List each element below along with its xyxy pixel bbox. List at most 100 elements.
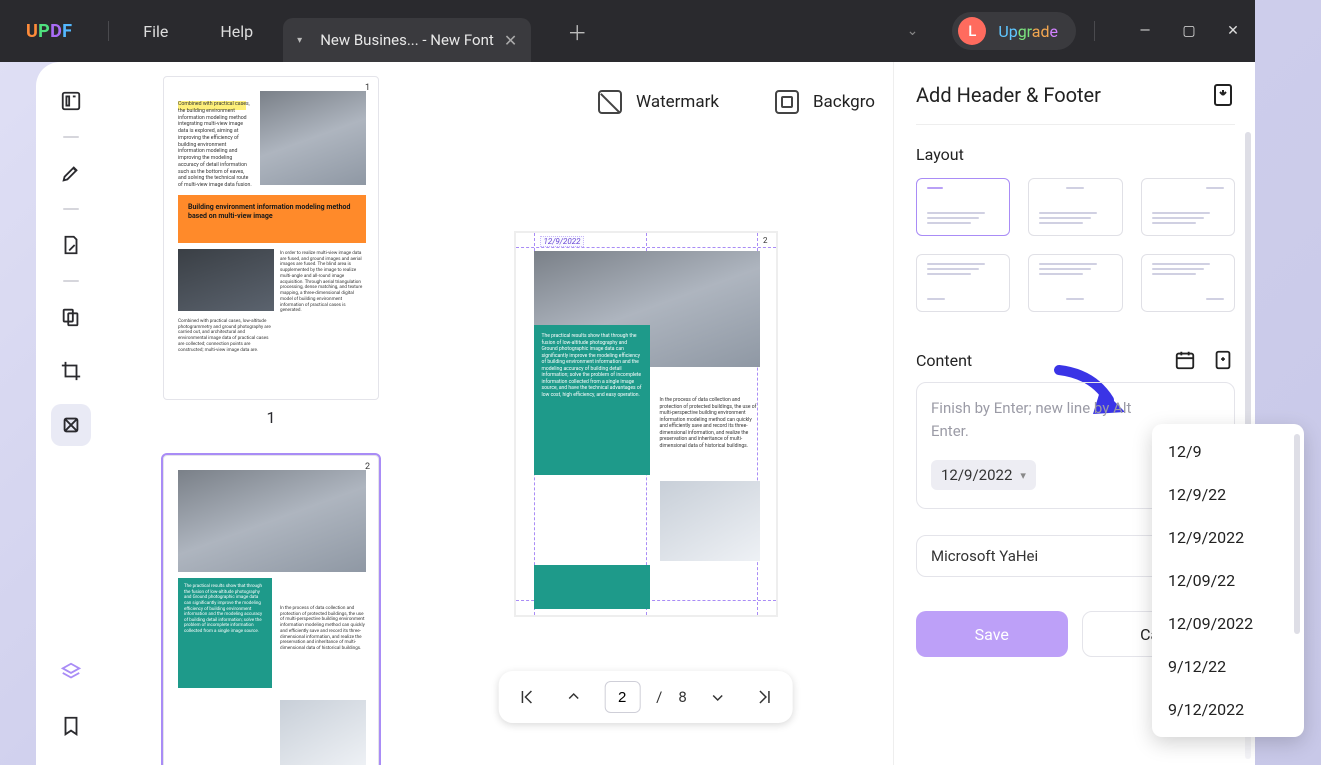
save-button[interactable]: Save (916, 611, 1068, 657)
teal-block (534, 565, 650, 609)
teal-callout: The practical results show that through … (534, 325, 650, 475)
pager: / 8 (498, 671, 793, 723)
next-page-button[interactable] (703, 682, 733, 712)
titlebar-dropdown-icon[interactable]: ⌄ (907, 23, 919, 39)
page-number: 2 (763, 236, 768, 245)
doc-text: In the process of data collection and pr… (280, 606, 366, 652)
watermark-label: Watermark (636, 92, 719, 112)
main-area: 1 Combined with practical cases, the bui… (36, 62, 1255, 765)
new-tab-button[interactable]: ＋ (567, 17, 587, 46)
layout-option-4[interactable] (916, 254, 1010, 312)
tab-title: New Busines... - New Font (320, 31, 494, 49)
header-preview-field[interactable]: 12/9/2022 (540, 236, 585, 247)
watermark-button[interactable]: Watermark (598, 90, 719, 114)
date-option[interactable]: 12/9 (1152, 430, 1304, 473)
window-controls: — ▢ ✕ (1123, 0, 1255, 62)
layout-option-1[interactable] (916, 178, 1010, 236)
dropdown-scrollbar[interactable] (1294, 434, 1300, 634)
page-input[interactable] (604, 681, 640, 713)
edit-tool-icon[interactable] (51, 224, 91, 266)
teal-callout: The practical results show that through … (178, 578, 272, 688)
layout-option-6[interactable] (1141, 254, 1235, 312)
background-label: Backgro (813, 92, 875, 112)
date-option[interactable]: 9/12/2022 (1152, 688, 1304, 731)
insert-date-button[interactable] (1173, 348, 1197, 372)
layout-option-2[interactable] (1028, 178, 1122, 236)
upgrade-button[interactable]: L Upgrade (952, 12, 1076, 50)
divider (108, 21, 109, 41)
date-option[interactable]: 12/09/2022 (1152, 602, 1304, 645)
panel-title: Add Header & Footer (916, 83, 1101, 107)
center-area: Watermark Backgro 2 12/9/2022 The practi… (416, 62, 875, 765)
font-name-value: Microsoft YaHei (931, 547, 1038, 565)
upgrade-label: Upgrade (998, 22, 1058, 41)
close-window-button[interactable]: ✕ (1211, 0, 1255, 62)
thumbnail-page-2[interactable]: 2 The practical results show that throug… (163, 455, 379, 765)
organize-tool-icon[interactable] (51, 296, 91, 338)
separator (63, 208, 79, 210)
menu-file[interactable]: File (143, 22, 168, 41)
thumbnail-page-1[interactable]: 1 Combined with practical cases, the bui… (163, 76, 379, 400)
date-option[interactable]: 12/09/22 (1152, 559, 1304, 602)
first-page-button[interactable] (512, 682, 542, 712)
doc-text: Combined with practical cases, the build… (178, 101, 254, 189)
date-option[interactable]: 12/9/2022 (1152, 516, 1304, 559)
layout-grid (916, 178, 1235, 312)
page-separator: / (656, 688, 662, 706)
date-chip[interactable]: 12/9/2022 ▾ (931, 460, 1036, 490)
minimize-button[interactable]: — (1123, 0, 1167, 62)
tab-dropdown-icon[interactable]: ▾ (297, 35, 302, 46)
titlebar: UPDF File Help ▾ New Busines... - New Fo… (0, 0, 1255, 62)
date-chip-value: 12/9/2022 (941, 466, 1012, 484)
bookmark-icon[interactable] (51, 705, 91, 747)
layout-option-5[interactable] (1028, 254, 1122, 312)
document-tab[interactable]: ▾ New Busines... - New Font ✕ (283, 18, 531, 62)
layers-icon[interactable] (51, 651, 91, 693)
divider (1094, 21, 1095, 41)
orange-callout: Building environment information modelin… (178, 195, 366, 243)
layout-option-3[interactable] (1141, 178, 1235, 236)
background-button[interactable]: Backgro (775, 90, 875, 114)
page-preview[interactable]: 2 12/9/2022 The practical results show t… (515, 232, 777, 616)
doc-image (660, 481, 760, 561)
divider (916, 124, 1235, 125)
menu-help[interactable]: Help (220, 22, 253, 41)
doc-text: In order to realize multi-view image dat… (280, 251, 366, 314)
crop-tool-icon[interactable] (51, 350, 91, 392)
page-tools-row: Watermark Backgro (416, 62, 875, 142)
margin-guide (516, 247, 776, 248)
separator (63, 280, 79, 282)
background-icon (775, 90, 799, 114)
doc-image (178, 249, 274, 311)
app-logo: UPDF (0, 21, 98, 42)
layout-section-label: Layout (916, 145, 1235, 164)
tab-strip: ▾ New Busines... - New Font ✕ ＋ (283, 0, 587, 62)
date-option[interactable]: 12/9/22 (1152, 473, 1304, 516)
reader-tool-icon[interactable] (51, 80, 91, 122)
watermark-icon (598, 90, 622, 114)
maximize-button[interactable]: ▢ (1167, 0, 1211, 62)
separator (63, 136, 79, 138)
insert-page-button[interactable] (1211, 348, 1235, 372)
page-tools-icon[interactable] (51, 404, 91, 446)
doc-text: In the process of data collection and pr… (660, 397, 760, 449)
titlebar-right: ⌄ L Upgrade — ▢ ✕ (907, 0, 1255, 62)
doc-image (178, 470, 366, 572)
user-avatar: L (958, 17, 986, 45)
chevron-down-icon: ▾ (1020, 469, 1026, 482)
thumbnail-label: 1 (126, 408, 416, 427)
doc-image (260, 91, 366, 185)
doc-text: Combined with practical cases, low-altit… (178, 319, 272, 353)
date-format-dropdown: 12/9 12/9/22 12/9/2022 12/09/22 12/09/20… (1152, 424, 1304, 737)
menu-bar: File Help (143, 22, 253, 41)
date-option[interactable]: 9/12/22 (1152, 645, 1304, 688)
highlight-tool-icon[interactable] (51, 152, 91, 194)
close-tab-icon[interactable]: ✕ (504, 31, 517, 50)
last-page-button[interactable] (749, 682, 779, 712)
import-template-icon[interactable] (1211, 82, 1235, 108)
thumbnail-sidebar[interactable]: 1 Combined with practical cases, the bui… (126, 76, 416, 765)
content-section-label: Content (916, 351, 972, 370)
page-total: 8 (678, 688, 686, 706)
prev-page-button[interactable] (558, 682, 588, 712)
doc-image (280, 700, 366, 765)
